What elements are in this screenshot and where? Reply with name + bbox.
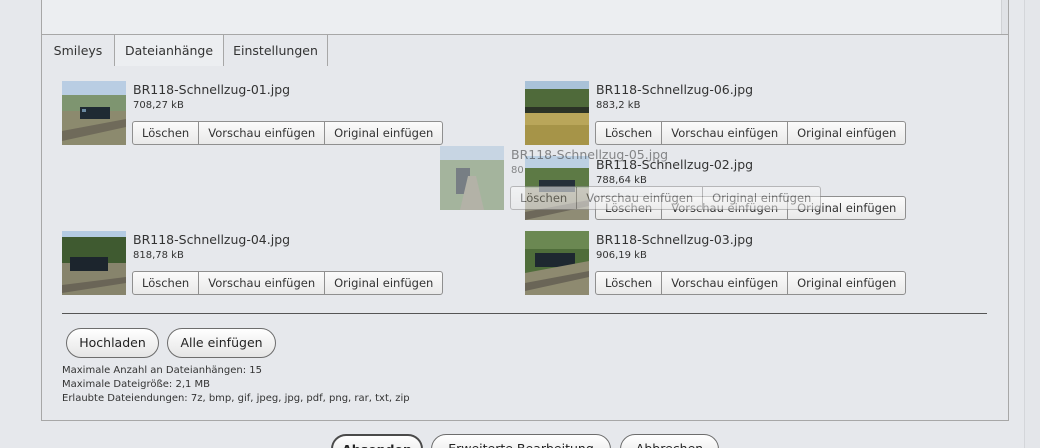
attachment-thumbnail[interactable] [525,81,589,145]
insert-all-button[interactable]: Alle einfügen [167,328,276,358]
insert-preview-button[interactable]: Vorschau einfügen [662,122,789,144]
attachment-thumbnail[interactable] [525,231,589,295]
attachment-button-group: Löschen Vorschau einfügen Original einfü… [595,271,907,295]
attachment-filesize: 818,78 kB [133,250,184,261]
insert-original-button[interactable]: Original einfügen [788,272,905,294]
delete-button[interactable]: Löschen [133,272,200,294]
max-size-info: Maximale Dateigröße: 2,1 MB [62,379,211,390]
delete-button[interactable]: Löschen [133,122,200,144]
cancel-button[interactable]: Abbrechen [620,434,719,448]
delete-button: Löschen [511,187,578,209]
attachment-filesize: 906,19 kB [596,250,647,261]
insert-original-button[interactable]: Original einfügen [788,122,905,144]
allowed-extensions-info: Erlaubte Dateiendungen: 7z, bmp, gif, jp… [62,393,410,404]
editor-tabbar: Smileys Dateianhänge Einstellungen [41,34,1009,69]
divider [62,313,987,314]
attachment-thumbnail[interactable] [62,231,126,295]
attachment-filesize: 80 [511,165,524,176]
tab-settings[interactable]: Einstellungen [224,35,328,68]
insert-preview-button[interactable]: Vorschau einfügen [199,122,326,144]
delete-button[interactable]: Löschen [596,272,663,294]
attachment-filename: BR118-Schnellzug-05.jpg [511,147,669,162]
editor-text-area[interactable] [41,0,1009,35]
attachment-filesize: 708,27 kB [133,100,184,111]
attachment-button-group: Löschen Vorschau einfügen Original einfü… [595,121,907,145]
page-scrollbar[interactable] [1024,0,1040,448]
insert-original-button[interactable]: Original einfügen [325,272,442,294]
attachment-filename: BR118-Schnellzug-01.jpg [133,82,291,97]
max-count-info: Maximale Anzahl an Dateianhängen: 15 [62,365,262,376]
attachment-thumbnail[interactable] [62,81,126,145]
attachment-filename: BR118-Schnellzug-04.jpg [133,232,291,247]
attachment-filesize: 883,2 kB [596,100,641,111]
editor-scrollbar[interactable] [1001,0,1008,35]
attachment-button-group: Löschen Vorschau einfügen Original einfü… [132,121,444,145]
submit-button[interactable]: Absenden [331,434,423,448]
attachment-button-group: Löschen Vorschau einfügen Original einfü… [510,186,822,210]
attachment-filesize: 788,64 kB [596,175,647,186]
tab-smileys[interactable]: Smileys [42,35,115,68]
attachment-filename: BR118-Schnellzug-03.jpg [596,232,754,247]
upload-button[interactable]: Hochladen [66,328,159,358]
tab-attachments[interactable]: Dateianhänge [115,35,224,69]
attachment-filename: BR118-Schnellzug-06.jpg [596,82,754,97]
attachment-thumbnail [440,146,504,210]
insert-preview-button[interactable]: Vorschau einfügen [199,272,326,294]
attachment-button-group: Löschen Vorschau einfügen Original einfü… [132,271,444,295]
advanced-edit-button[interactable]: Erweiterte Bearbeitung [431,434,611,448]
delete-button[interactable]: Löschen [596,122,663,144]
insert-preview-button: Vorschau einfügen [577,187,704,209]
insert-original-button[interactable]: Original einfügen [325,122,442,144]
insert-preview-button[interactable]: Vorschau einfügen [662,272,789,294]
insert-original-button: Original einfügen [712,191,812,205]
